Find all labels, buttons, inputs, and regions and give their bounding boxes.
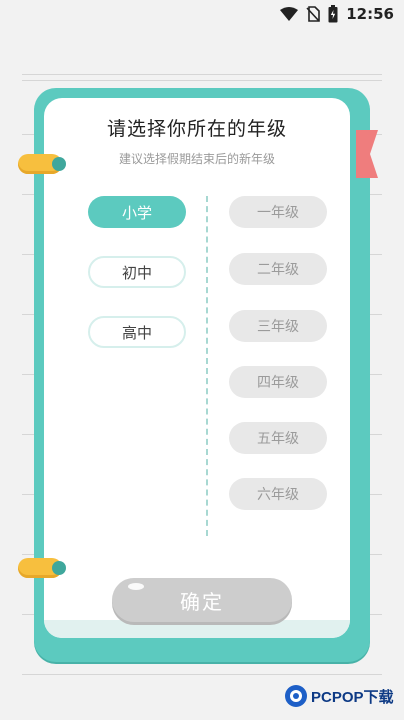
no-sim-icon (306, 6, 321, 22)
binder-ring-icon (18, 558, 66, 578)
grade-option-label: 六年级 (257, 487, 299, 503)
grade-option-label: 五年级 (257, 431, 299, 447)
page-title: 请选择你所在的年级 (106, 118, 287, 140)
status-time: 12:56 (346, 5, 394, 23)
grade-option-4[interactable]: 四年级 (229, 366, 327, 398)
paper-bottom-shade (44, 620, 350, 638)
grade-option-5[interactable]: 五年级 (229, 422, 327, 454)
status-bar: 12:56 (0, 0, 404, 28)
confirm-button-label: 确定 (180, 589, 224, 614)
grade-option-label: 二年级 (257, 262, 299, 278)
grade-option-label: 一年级 (257, 205, 299, 221)
level-option-junior[interactable]: 初中 (88, 256, 186, 288)
battery-charging-icon (328, 5, 338, 23)
watermark-logo: PCPOP下载 (284, 684, 394, 708)
grade-option-2[interactable]: 二年级 (229, 253, 327, 285)
button-highlight (128, 583, 144, 590)
page-subtitle: 建议选择假期结束后的新年级 (118, 152, 275, 166)
grade-option-label: 三年级 (257, 319, 299, 335)
level-option-label: 高中 (121, 323, 152, 342)
bookmark-flag-icon (356, 130, 378, 178)
grade-option-3[interactable]: 三年级 (229, 310, 327, 342)
column-divider (206, 196, 208, 536)
level-option-label: 小学 (121, 203, 152, 222)
pcpop-logo-icon (285, 685, 307, 707)
grade-option-1[interactable]: 一年级 (229, 196, 327, 228)
watermark-text: PCPOP下载 (311, 688, 394, 706)
level-option-senior[interactable]: 高中 (88, 316, 186, 348)
level-option-primary[interactable]: 小学 (88, 196, 186, 228)
grade-option-6[interactable]: 六年级 (229, 478, 327, 510)
wifi-icon (280, 7, 299, 21)
grade-option-label: 四年级 (257, 375, 299, 391)
level-option-label: 初中 (121, 263, 152, 282)
